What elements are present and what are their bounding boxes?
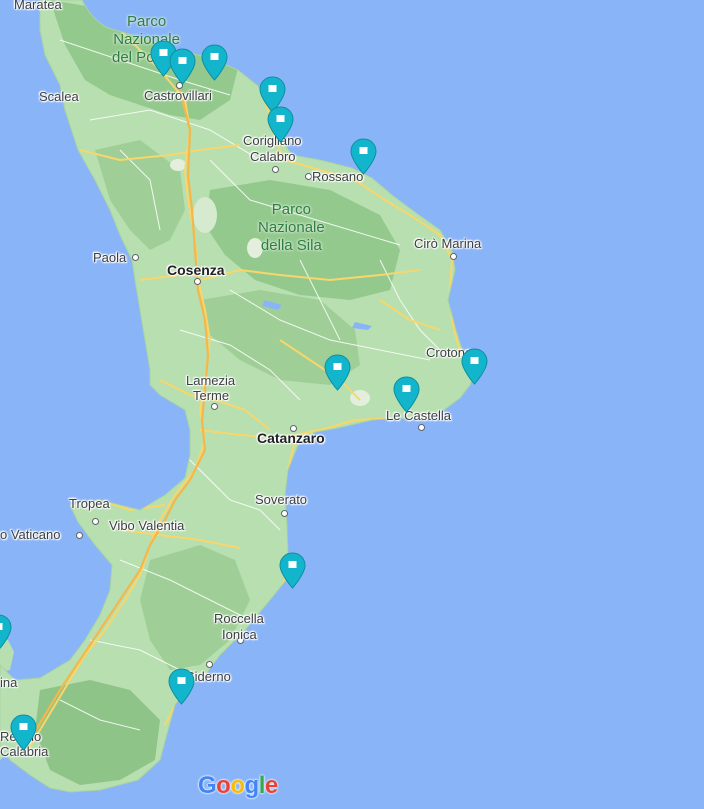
corigliano-dot: [272, 166, 279, 173]
label-vibo-valentia: Vibo Valentia: [109, 518, 185, 533]
map-pin-icon[interactable]: [349, 138, 377, 176]
ciro-marina-dot: [450, 253, 457, 260]
siderno-dot: [206, 661, 213, 668]
label-cosenza: Cosenza: [167, 262, 225, 278]
rossano-dot: [305, 173, 312, 180]
map-pin-icon[interactable]: [323, 354, 351, 392]
le-castella-dot: [418, 424, 425, 431]
label-tropea: Tropea: [69, 496, 110, 511]
logo-letter: e: [264, 772, 278, 799]
label-roccella: Roccella: [214, 611, 264, 626]
logo-letter: o: [216, 772, 231, 799]
label-ionica: Ionica: [222, 627, 257, 642]
map-pin-icon[interactable]: [0, 614, 12, 652]
tropea-dot: [92, 518, 99, 525]
logo-letter: G: [198, 772, 217, 799]
label-castrovillari: Castrovillari: [144, 88, 212, 103]
label-vaticano: o Vaticano: [0, 527, 61, 542]
map-pin-icon[interactable]: [9, 714, 37, 752]
paola-dot: [132, 254, 139, 261]
map-pin-icon[interactable]: [460, 348, 488, 386]
map-pin-icon[interactable]: [278, 552, 306, 590]
label-messina-partial: ina: [0, 675, 18, 690]
map-canvas[interactable]: Parco Nazionale del Pollino Parco Nazion…: [0, 0, 704, 809]
label-ciro-marina: Cirò Marina: [414, 236, 482, 251]
google-logo: Google: [198, 772, 278, 800]
label-terme: Terme: [193, 388, 230, 403]
map-pin-icon[interactable]: [392, 376, 420, 414]
vaticano-dot: [76, 532, 83, 539]
label-calabro: Calabro: [250, 149, 296, 164]
map-base-layer: [0, 0, 704, 809]
lamezia-dot: [211, 403, 218, 410]
cosenza-dot: [194, 278, 201, 285]
park-label-sila: Parco Nazionale della Sila: [258, 201, 325, 254]
soverato-dot: [281, 510, 288, 517]
label-paola: Paola: [93, 250, 127, 265]
label-scalea: Scalea: [39, 89, 79, 104]
label-maratea: Maratea: [14, 0, 62, 12]
label-soverato: Soverato: [255, 492, 308, 507]
logo-letter: o: [230, 772, 245, 799]
label-lamezia: Lamezia: [186, 373, 236, 388]
label-catanzaro: Catanzaro: [257, 430, 325, 446]
map-pin-icon[interactable]: [167, 668, 195, 706]
map-pin-icon[interactable]: [200, 44, 228, 82]
logo-letter: g: [244, 772, 260, 799]
map-pin-icon[interactable]: [168, 48, 196, 86]
map-pin-icon[interactable]: [266, 106, 294, 144]
